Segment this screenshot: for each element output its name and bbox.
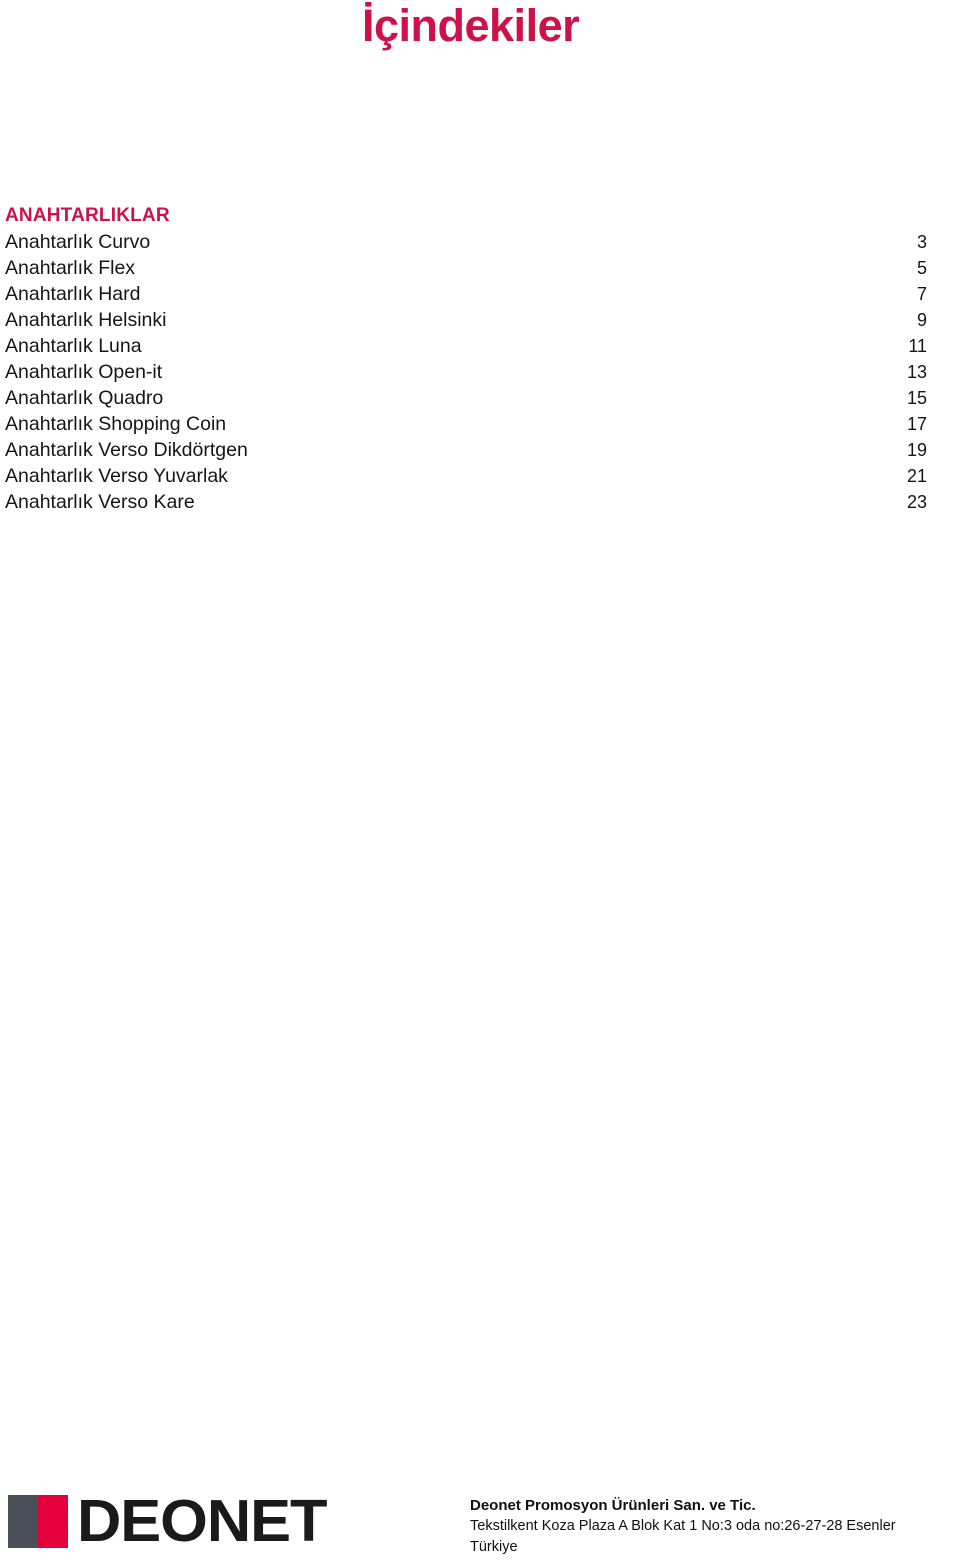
toc-entry-page-number: 19 [906,440,927,460]
toc-entry-page-number: 17 [906,414,927,434]
company-info: Deonet Promosyon Ürünleri San. ve Tic. T… [470,1495,950,1558]
company-country: Türkiye [470,1539,518,1555]
toc-entry[interactable]: Anahtarlık Verso Yuvarlak 21 [5,463,927,489]
toc-entry-page-number: 7 [916,284,927,304]
toc-entry-label: Anahtarlık Luna [5,335,142,357]
toc-entry-list: Anahtarlık Curvo 3 Anahtarlık Flex 5 Anahtar… [5,229,927,515]
toc-entry[interactable]: Anahtarlık Shopping Coin 17 [5,411,927,437]
toc-entry[interactable]: Anahtarlık Quadro 15 [5,385,927,411]
toc-entry-page-number: 11 [908,336,927,356]
table-of-contents: ANAHTARLIKLAR Anahtarlık Curvo 3 Anahtarlı… [5,203,927,515]
toc-entry-label: Anahtarlık Verso Dikdörtgen [5,439,248,461]
toc-entry-label: Anahtarlık Shopping Coin [5,413,227,435]
toc-entry[interactable]: Anahtarlık Hard 7 [5,281,927,307]
page-title: İçindekiler [362,0,580,51]
toc-entry-label: Anahtarlık Hard [5,283,141,305]
toc-entry[interactable]: Anahtarlık Flex 5 [5,255,927,281]
toc-entry-page-number: 21 [906,466,927,486]
deonet-logo: DEONET [8,1492,327,1551]
toc-entry-label: Anahtarlık Flex [5,257,136,279]
toc-entry-page-number: 13 [906,362,927,382]
toc-entry[interactable]: Anahtarlık Curvo 3 [5,229,927,255]
logo-gray-square-icon [8,1495,38,1548]
toc-entry-page-number: 3 [916,232,927,252]
toc-entry-page-number: 5 [916,258,927,278]
logo-squares [8,1495,68,1548]
toc-entry-label: Anahtarlık Quadro [5,387,164,409]
logo-red-square-icon [38,1495,68,1548]
toc-entry[interactable]: Anahtarlık Verso Kare 23 [5,489,927,515]
toc-entry-label: Anahtarlık Curvo [5,231,151,253]
toc-entry-label: Anahtarlık Verso Kare [5,491,195,513]
toc-entry[interactable]: Anahtarlık Verso Dikdörtgen 19 [5,437,927,463]
logo-wordmark: DEONET [77,1488,327,1554]
toc-entry-label: Anahtarlık Helsinki [5,309,167,331]
toc-entry[interactable]: Anahtarlık Helsinki 9 [5,307,927,333]
company-name: Deonet Promosyon Ürünleri San. ve Tic. [470,1497,756,1514]
company-address: Tekstilkent Koza Plaza A Blok Kat 1 No:3… [470,1518,896,1534]
page-footer: DEONET Deonet Promosyon Ürünleri San. ve… [0,1486,960,1561]
toc-entry-page-number: 15 [906,388,927,408]
toc-entry-page-number: 23 [906,492,927,512]
document-page: İçindekiler ANAHTARLIKLAR Anahtarlık Cur… [0,0,960,1561]
toc-entry[interactable]: Anahtarlık Open-it 13 [5,359,927,385]
toc-entry-page-number: 9 [916,310,927,330]
toc-section-heading: ANAHTARLIKLAR [5,205,170,226]
toc-entry-label: Anahtarlık Open-it [5,361,163,383]
toc-entry-label: Anahtarlık Verso Yuvarlak [5,465,228,487]
toc-entry[interactable]: Anahtarlık Luna 11 [5,333,927,359]
